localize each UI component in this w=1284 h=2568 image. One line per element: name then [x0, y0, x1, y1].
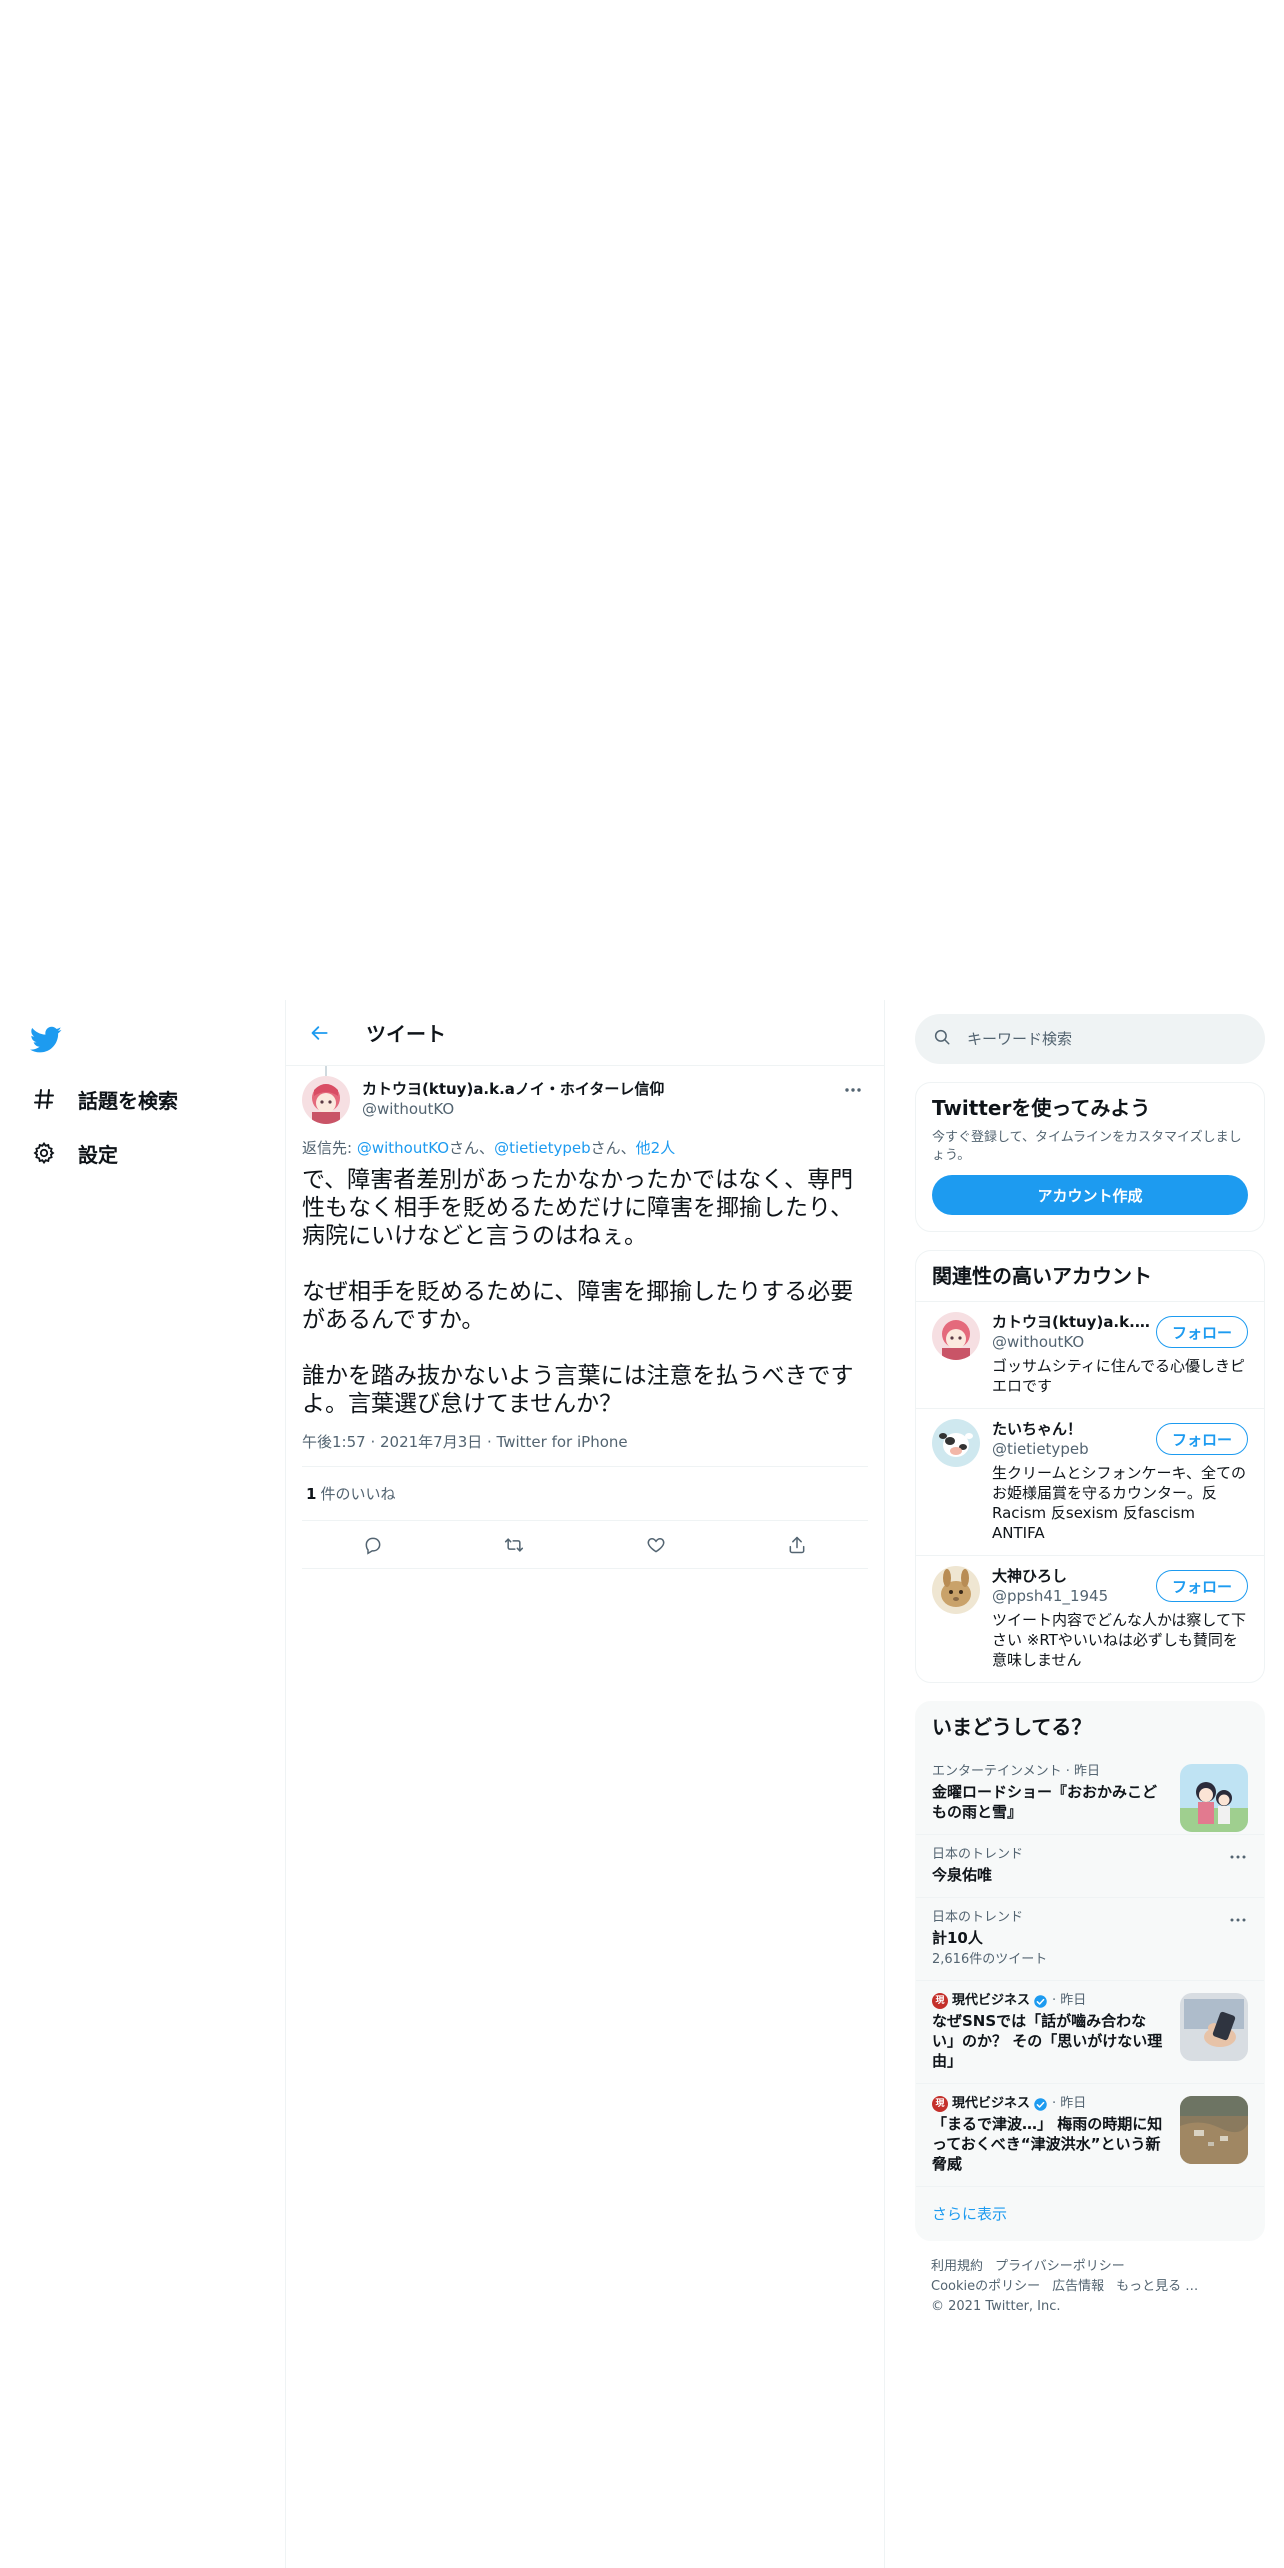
account-name: カトウヨ(ktuy)a.k.a... [992, 1313, 1152, 1331]
copyright: © 2021 Twitter, Inc. [931, 2299, 1061, 2314]
trend-item[interactable]: 日本のトレンド 今泉佑唯 [916, 1834, 1264, 1897]
trend-context: 日本のトレンド [932, 1910, 1024, 1925]
news-thumbnail [1180, 2096, 1248, 2164]
search-box[interactable] [915, 1014, 1265, 1064]
signup-card: Twitterを使ってみよう 今すぐ登録して、タイムラインをカスタマイズしましょ… [915, 1082, 1265, 1232]
account-item[interactable]: 大神ひろし @ppsh41_1945 ツイート内容でどんな人かは察して下さい ※… [916, 1555, 1264, 1682]
footer-link-privacy[interactable]: プライバシーポリシー [995, 2259, 1125, 2274]
news-thumbnail [1180, 1993, 1248, 2061]
likes-label: 件のいいね [320, 1485, 396, 1503]
thread-line [325, 1066, 327, 1076]
main-column: ツイート カトウヨ(ktuy)a.k.aノイ・ホイターレ信仰 @withoutK… [285, 1000, 885, 2568]
likes-count: 1 [306, 1484, 317, 1503]
trend-tweet-count: 2,616件のツイート [932, 1952, 1048, 1967]
account-name: 大神ひろし [992, 1567, 1068, 1585]
footer: 利用規約 プライバシーポリシー Cookieのポリシー 広告情報 もっと見る … © … [915, 2257, 1265, 2317]
author-names: カトウヨ(ktuy)a.k.aノイ・ホイターレ信仰 @withoutKO [362, 1076, 664, 1119]
nav-explore-label: 話題を検索 [78, 1088, 178, 1113]
more-options-icon[interactable] [838, 1078, 868, 1102]
news-item[interactable]: 現 現代ビジネス · 昨日 「まるで津波…」 梅雨の時期に知っておくべき“津波洪… [916, 2083, 1264, 2186]
search-input[interactable] [967, 1030, 1227, 1048]
show-more-link[interactable]: さらに表示 [916, 2186, 1264, 2240]
hash-icon [30, 1085, 58, 1113]
footer-link-more[interactable]: もっと見る … [1116, 2279, 1198, 2294]
account-bio: ゴッサムシティに住んでる心優しきピエロです [992, 1357, 1246, 1395]
right-sidebar: Twitterを使ってみよう 今すぐ登録して、タイムラインをカスタマイズしましょ… [915, 1000, 1265, 2317]
avatar [932, 1566, 980, 1614]
trends-title: いまどうしてる？ [932, 1715, 1092, 1739]
avatar[interactable] [302, 1076, 350, 1124]
follow-button[interactable]: フォロー [1156, 1423, 1248, 1455]
signup-description: 今すぐ登録して、タイムラインをカスタマイズしましょう。 [932, 1130, 1242, 1163]
tweet-header: ツイート [286, 1000, 884, 1066]
news-time: · 昨日 [1052, 1993, 1087, 2008]
retweet-icon[interactable] [496, 1527, 532, 1563]
related-accounts-title: 関連性の高いアカウント [932, 1264, 1152, 1288]
trend-title: 今泉佑唯 [932, 1866, 993, 1884]
author-handle[interactable]: @withoutKO [362, 1099, 664, 1119]
follow-button[interactable]: フォロー [1156, 1570, 1248, 1602]
trend-context: 日本のトレンド [932, 1847, 1024, 1862]
verified-badge-icon [1034, 1994, 1047, 2008]
avatar [932, 1419, 980, 1467]
footer-link-terms[interactable]: 利用規約 [931, 2259, 983, 2274]
avatar [932, 1312, 980, 1360]
trend-title: 計10人 [932, 1929, 983, 1947]
reply-mention-1[interactable]: @withoutKO [357, 1139, 449, 1157]
tweet-author: カトウヨ(ktuy)a.k.aノイ・ホイターレ信仰 @withoutKO [302, 1076, 868, 1124]
trend-item[interactable]: 日本のトレンド 計10人 2,616件のツイート [916, 1897, 1264, 1980]
reply-icon[interactable] [355, 1527, 391, 1563]
signup-title: Twitterを使ってみよう [932, 1096, 1151, 1120]
verified-badge-icon [1034, 2097, 1047, 2111]
trend-item[interactable]: エンターテインメント · 昨日 金曜ロードショー『おおかみこどもの雨と雪』 [916, 1752, 1264, 1834]
account-bio: ツイート内容でどんな人かは察して下さい ※RTやいいねは必ずしも賛同を意味しませ… [992, 1611, 1246, 1669]
like-heart-icon[interactable] [638, 1527, 674, 1563]
news-time: · 昨日 [1052, 2096, 1087, 2111]
nav-explore[interactable]: 話題を検索 [30, 1079, 178, 1119]
reply-prefix: 返信先: [302, 1139, 357, 1157]
reply-san-1: さん、 [449, 1139, 495, 1157]
trend-thumbnail [1180, 1764, 1248, 1832]
gear-icon [30, 1139, 58, 1167]
reply-to-line: 返信先: @withoutKOさん、@tietietypebさん、他2人 [302, 1138, 868, 1158]
publisher-logo-icon: 現 [932, 1993, 948, 2009]
publisher-name: 現代ビジネス [952, 1993, 1031, 2008]
page-title: ツイート [366, 1022, 446, 1046]
search-icon [933, 1028, 951, 1050]
author-display-name[interactable]: カトウヨ(ktuy)a.k.aノイ・ホイターレ信仰 [362, 1079, 664, 1099]
account-name: たいちゃん！ [992, 1420, 1083, 1438]
account-item[interactable]: たいちゃん！ @tietietypeb 生クリームとシフォンケーキ、全てのお姫様… [916, 1408, 1264, 1555]
account-bio: 生クリームとシフォンケーキ、全てのお姫様届賞を守るカウンター。反Racism 反… [992, 1464, 1246, 1542]
related-accounts-card: 関連性の高いアカウント カトウヨ(ktuy)a.k.a... @withoutK… [915, 1250, 1265, 1683]
tweet-text: で、障害者差別があったかなかったかではなく、専門性もなく相手を貶めるためだけに障… [302, 1167, 854, 1417]
publisher-name: 現代ビジネス [952, 2096, 1031, 2111]
footer-link-ads[interactable]: 広告情報 [1052, 2279, 1104, 2294]
news-item[interactable]: 現 現代ビジネス · 昨日 なぜSNSでは「話が嚙み合わない」のか？ その「思い… [916, 1980, 1264, 2083]
tweet-actions [302, 1521, 868, 1569]
more-options-icon[interactable] [1226, 1847, 1250, 1867]
likes-count-row[interactable]: 1 件のいいね [302, 1467, 868, 1521]
tweet: カトウヨ(ktuy)a.k.aノイ・ホイターレ信仰 @withoutKO 返信先… [286, 1066, 884, 1569]
publisher-logo-icon: 現 [932, 2096, 948, 2112]
reply-san-2: さん、 [590, 1139, 636, 1157]
share-icon[interactable] [779, 1527, 815, 1563]
account-item[interactable]: カトウヨ(ktuy)a.k.a... @withoutKO ゴッサムシティに住ん… [916, 1301, 1264, 1408]
footer-link-cookies[interactable]: Cookieのポリシー [931, 2279, 1040, 2294]
nav-settings-label: 設定 [78, 1142, 118, 1167]
nav-settings[interactable]: 設定 [30, 1133, 118, 1173]
create-account-button[interactable]: アカウント作成 [932, 1175, 1248, 1215]
tweet-timestamp[interactable]: 午後1:57 · 2021年7月3日 · Twitter for iPhone [302, 1432, 868, 1467]
reply-mention-2[interactable]: @tietietypeb [494, 1139, 591, 1157]
trends-card: いまどうしてる？ エンターテインメント · 昨日 金曜ロードショー『おおかみこど… [915, 1701, 1265, 2241]
more-options-icon[interactable] [1226, 1910, 1250, 1930]
reply-others-link[interactable]: 他2人 [636, 1139, 676, 1157]
back-arrow-icon[interactable] [302, 1015, 338, 1051]
twitter-logo-icon[interactable] [30, 1026, 62, 1054]
follow-button[interactable]: フォロー [1156, 1316, 1248, 1348]
